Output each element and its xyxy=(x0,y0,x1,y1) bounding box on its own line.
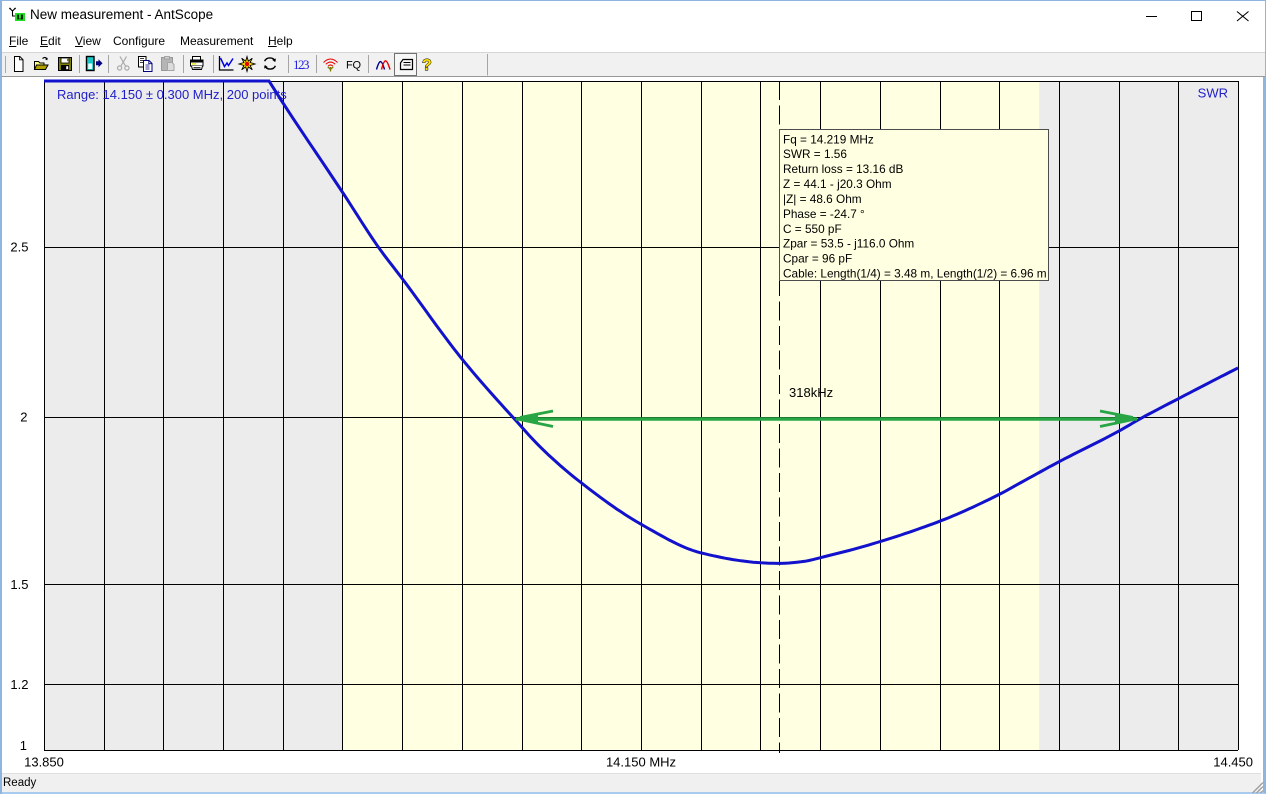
svg-text:1.2: 1.2 xyxy=(10,677,28,692)
svg-text:14.450: 14.450 xyxy=(1213,755,1253,770)
svg-text:Return loss = 13.16 dB: Return loss = 13.16 dB xyxy=(783,162,903,176)
svg-text:13.850: 13.850 xyxy=(24,755,64,770)
svg-text:2.5: 2.5 xyxy=(10,240,28,255)
svg-text:|Z| = 48.6 Ohm: |Z| = 48.6 Ohm xyxy=(783,192,862,206)
svg-text:SWR = 1.56: SWR = 1.56 xyxy=(783,147,847,161)
svg-text:Range: 14.150 ± 0.300 MHz, 200: Range: 14.150 ± 0.300 MHz, 200 points xyxy=(57,87,287,102)
svg-text:SWR: SWR xyxy=(1198,86,1228,101)
svg-text:Phase = -24.7 °: Phase = -24.7 ° xyxy=(783,207,865,221)
svg-text:2: 2 xyxy=(20,410,27,425)
svg-text:Z = 44.1 - j20.3 Ohm: Z = 44.1 - j20.3 Ohm xyxy=(783,177,892,191)
svg-text:?: ? xyxy=(422,57,432,74)
svg-text:Zpar = 53.5 - j116.0 Ohm: Zpar = 53.5 - j116.0 Ohm xyxy=(783,237,914,251)
svg-text:123: 123 xyxy=(293,57,310,72)
svg-text:C = 550 pF: C = 550 pF xyxy=(783,222,842,236)
svg-text:1.5: 1.5 xyxy=(10,577,28,592)
svg-text:Cpar = 96 pF: Cpar = 96 pF xyxy=(783,252,852,266)
svg-text:14.150 MHz: 14.150 MHz xyxy=(606,755,676,770)
svg-text:FQ: FQ xyxy=(346,60,361,72)
svg-text:1: 1 xyxy=(20,738,27,753)
svg-text:Fq = 14.219 MHz: Fq = 14.219 MHz xyxy=(783,132,874,146)
svg-text:318kHz: 318kHz xyxy=(789,385,833,400)
svg-text:Cable: Length(1/4) = 3.48 m, L: Cable: Length(1/4) = 3.48 m, Length(1/2)… xyxy=(783,267,1047,281)
